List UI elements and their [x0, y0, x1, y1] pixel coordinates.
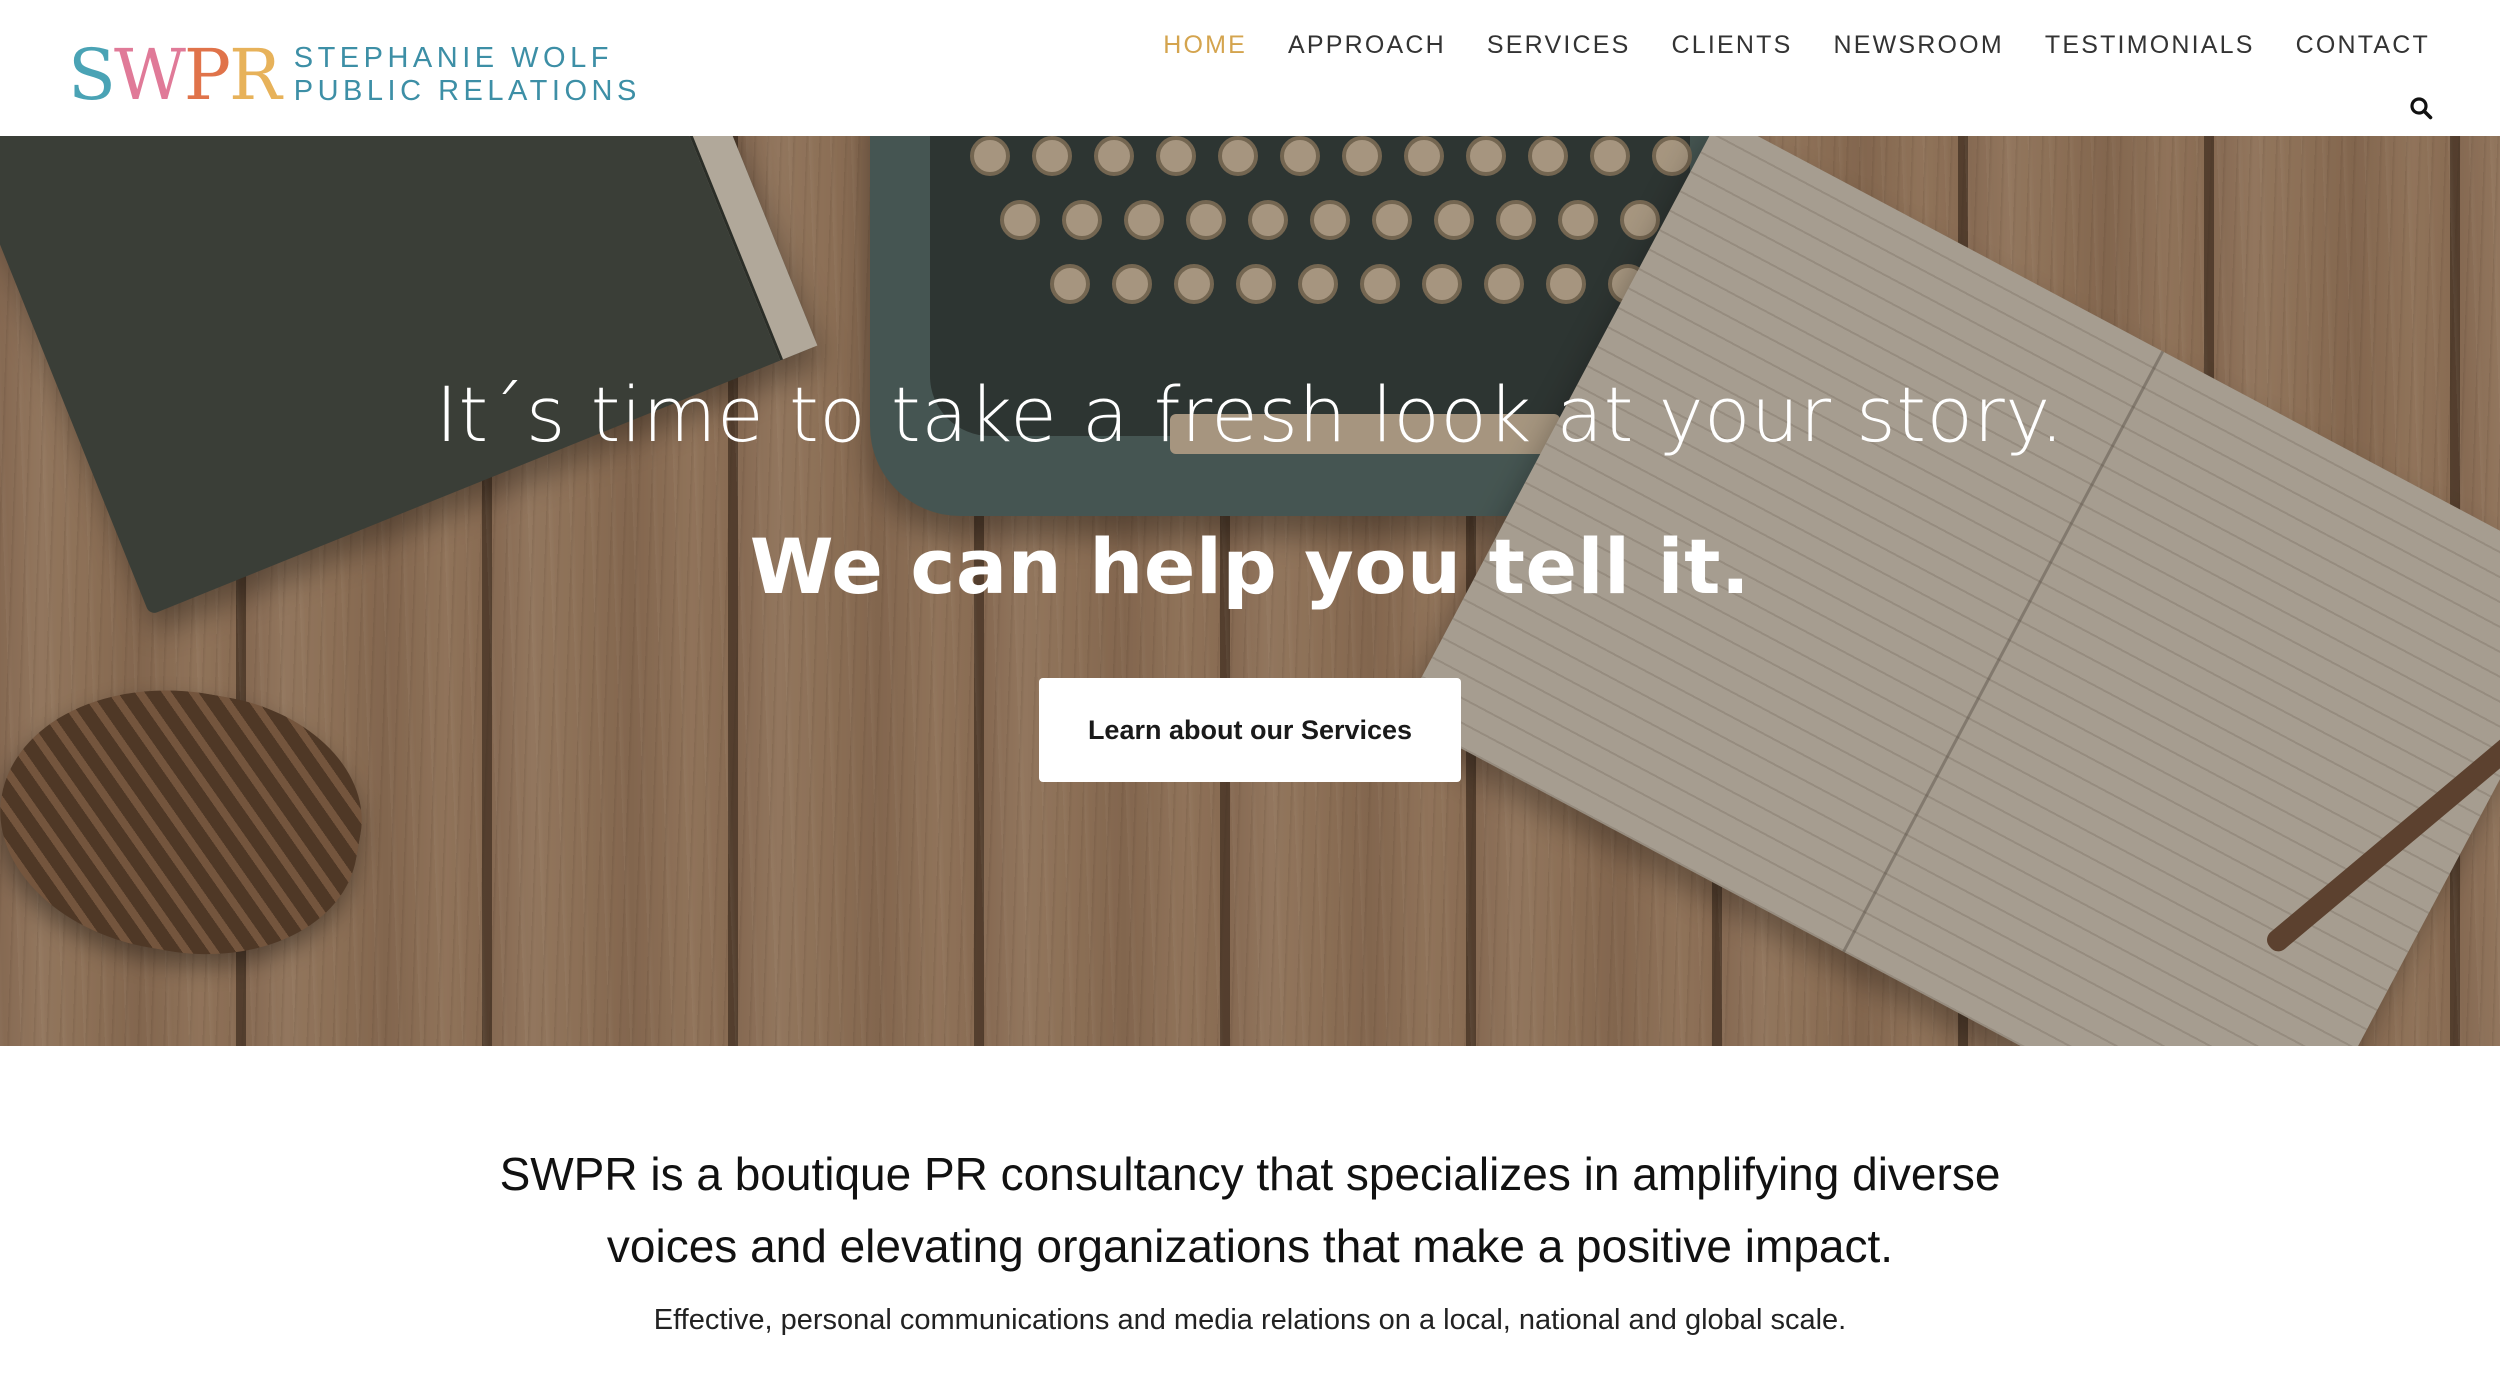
- learn-services-button[interactable]: Learn about our Services: [1039, 678, 1461, 782]
- logo-monogram: S W P R: [68, 34, 282, 116]
- logo-letter-s: S: [68, 34, 116, 116]
- nav-item-newsroom[interactable]: NEWSROOM: [1833, 28, 2003, 62]
- hero-headline: It´s time to take a fresh look at your s…: [435, 370, 2065, 459]
- site-logo[interactable]: S W P R STEPHANIE WOLF PUBLIC RELATIONS: [68, 40, 641, 110]
- logo-letter-r: R: [229, 34, 282, 116]
- hero-subheadline: We can help you tell it.: [749, 522, 1751, 611]
- logo-letter-w: W: [113, 34, 186, 116]
- logo-wordmark: STEPHANIE WOLF PUBLIC RELATIONS: [294, 42, 641, 108]
- nav-item-services[interactable]: SERVICES: [1487, 28, 1631, 62]
- nav-item-contact[interactable]: CONTACT: [2296, 28, 2430, 62]
- site-header: S W P R STEPHANIE WOLF PUBLIC RELATIONS …: [0, 0, 2500, 136]
- main-nav: HOME APPROACH SERVICES CLIENTS NEWSROOM …: [1163, 28, 2430, 62]
- hero-section: It´s time to take a fresh look at your s…: [0, 136, 2500, 1046]
- logo-name-line1: STEPHANIE WOLF: [293, 42, 613, 74]
- search-icon: [2410, 97, 2433, 120]
- hero-content: It´s time to take a fresh look at your s…: [0, 136, 2500, 1046]
- nav-item-approach[interactable]: APPROACH: [1288, 28, 1446, 62]
- intro-heading: SWPR is a boutique PR consultancy that s…: [499, 1148, 2001, 1272]
- intro-subheading: Effective, personal communications and m…: [653, 1304, 1847, 1336]
- intro-section: SWPR is a boutique PR consultancy that s…: [0, 1046, 2500, 1392]
- nav-item-home[interactable]: HOME: [1163, 28, 1247, 62]
- nav-item-clients[interactable]: CLIENTS: [1672, 28, 1793, 62]
- search-button[interactable]: [2409, 96, 2433, 120]
- nav-item-testimonials[interactable]: TESTIMONIALS: [2045, 28, 2255, 62]
- logo-name-line2: PUBLIC RELATIONS: [293, 75, 641, 107]
- logo-letter-p: P: [183, 34, 231, 116]
